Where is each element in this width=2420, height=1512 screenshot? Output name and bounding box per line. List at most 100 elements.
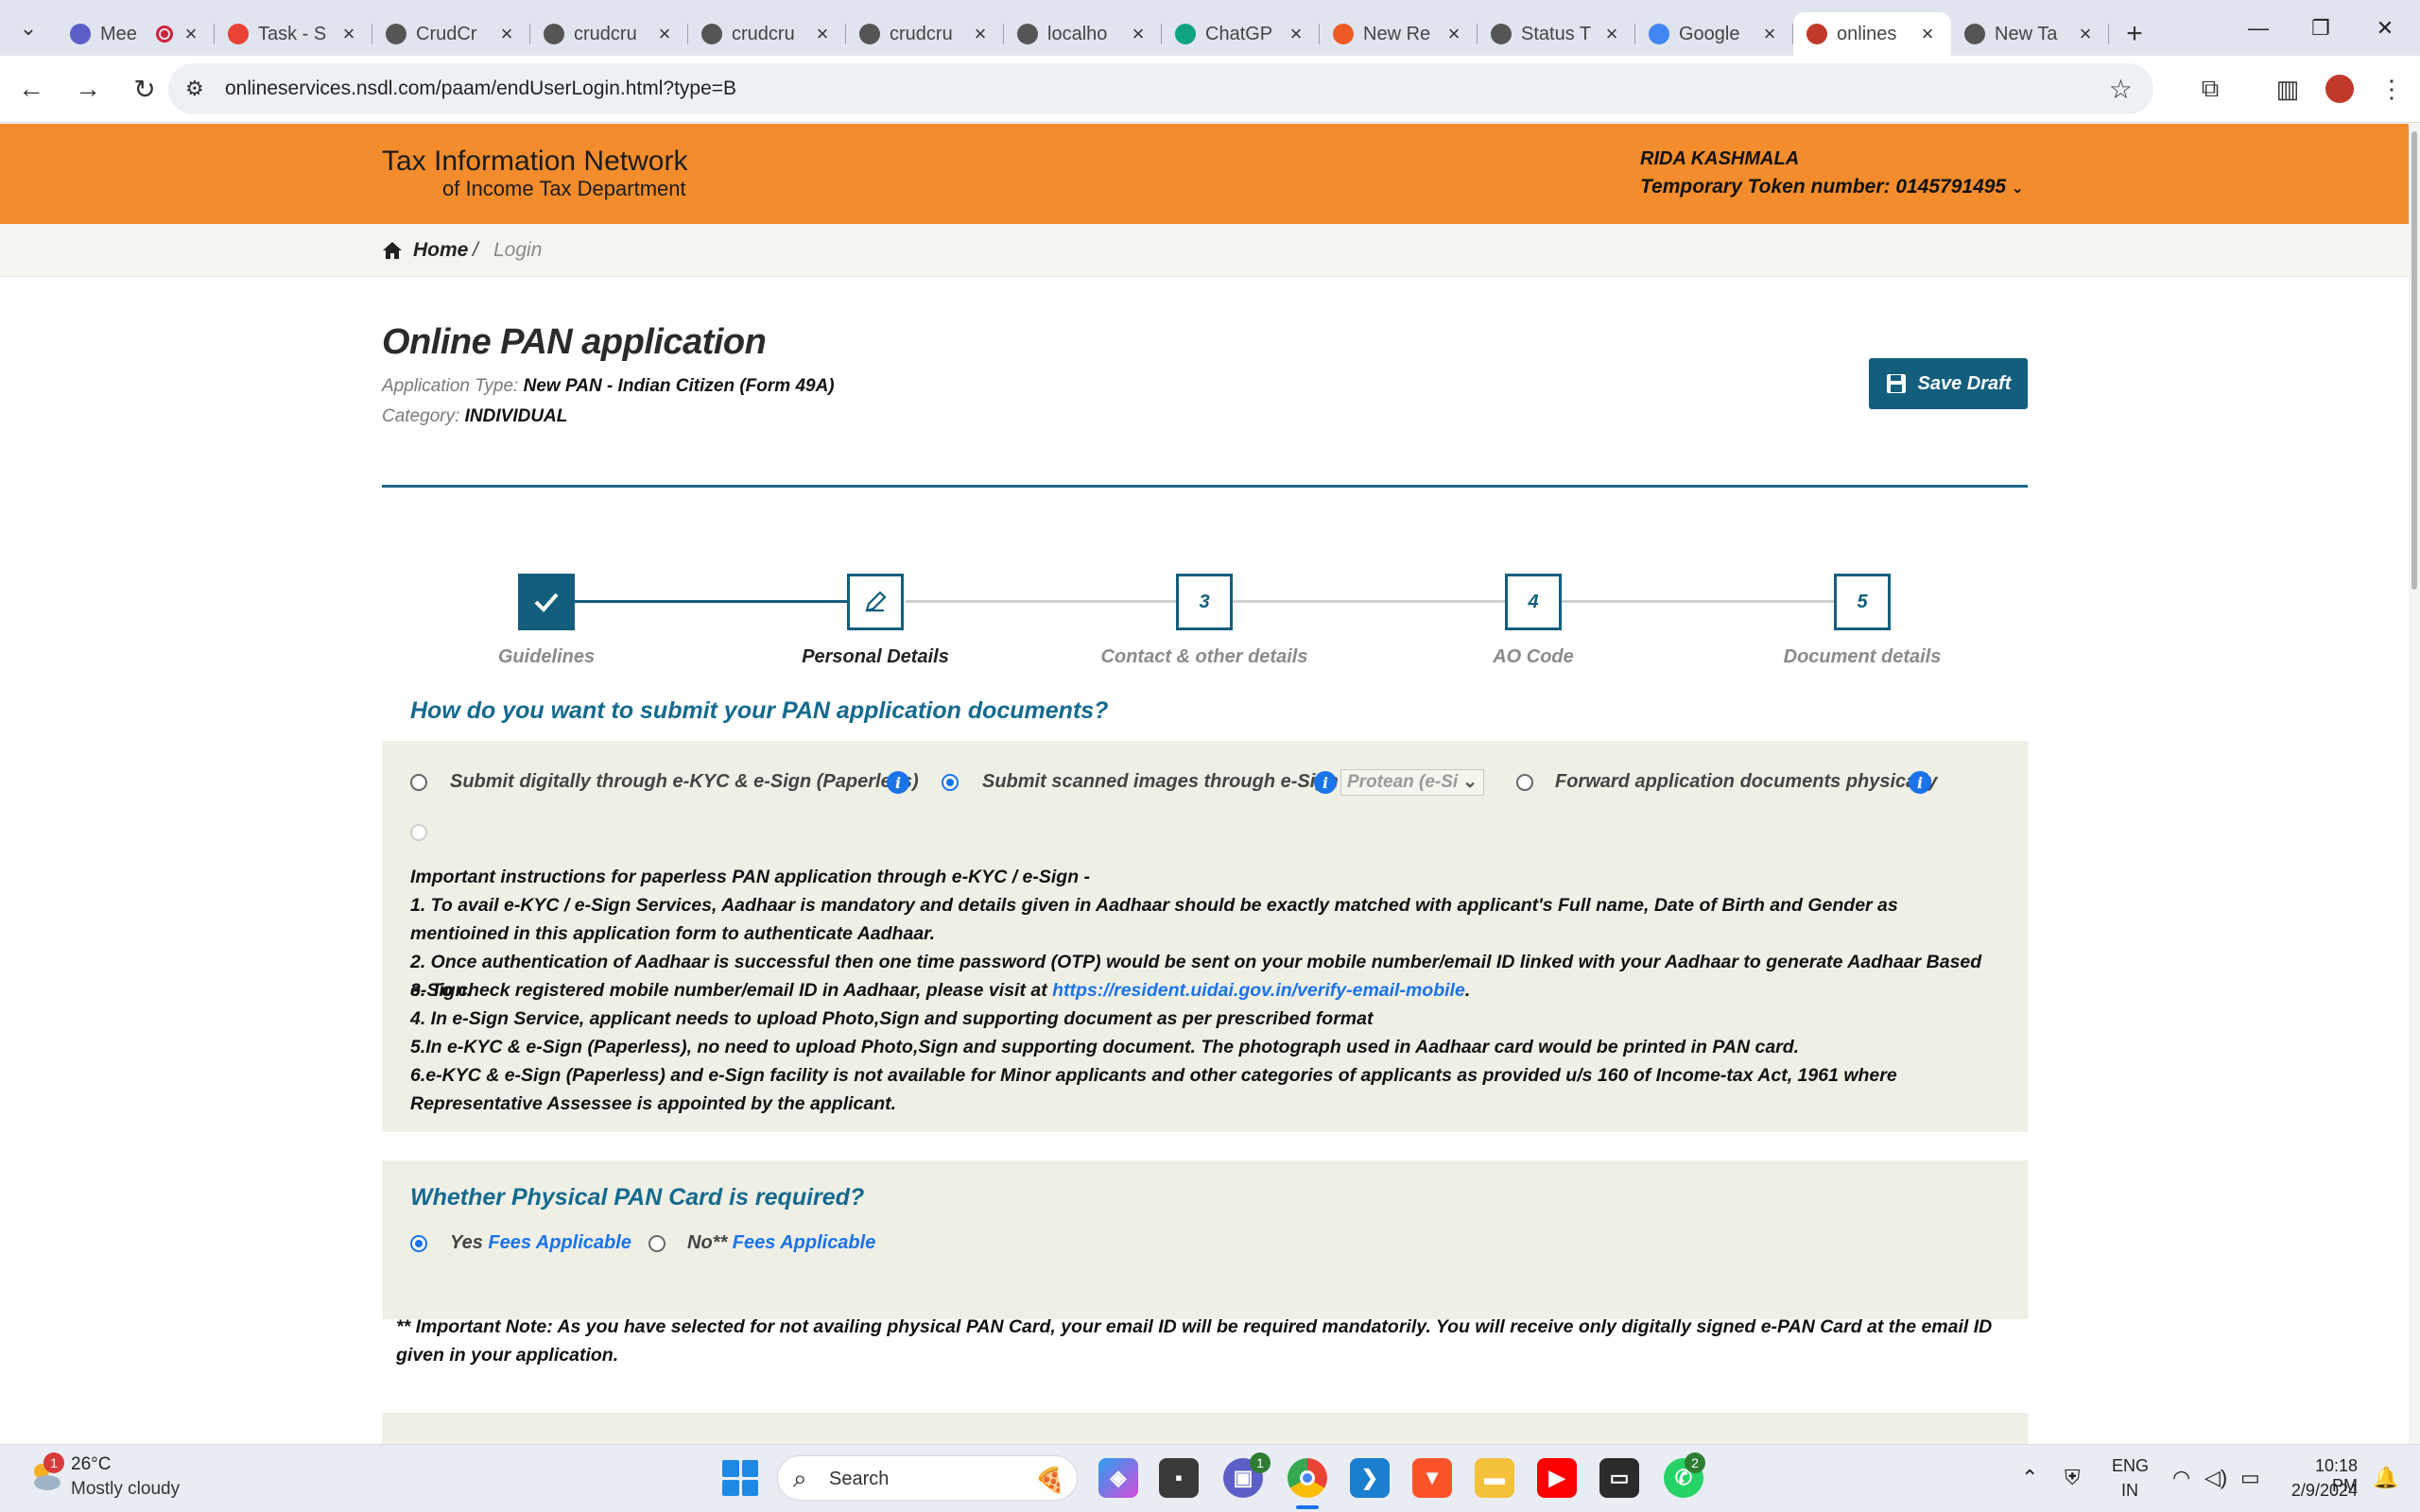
close-tab-icon[interactable]: ×	[1128, 22, 1149, 46]
close-window-icon[interactable]: ✕	[2354, 0, 2416, 56]
radio-physical-no[interactable]	[648, 1235, 666, 1252]
step-4-indicator[interactable]: 4	[1505, 574, 1562, 630]
logo-line2[interactable]: of Income Tax Department	[442, 177, 686, 201]
radio-scanned-esign[interactable]	[942, 774, 959, 791]
file-explorer-icon[interactable]: ▬	[1475, 1458, 1514, 1498]
terminal-icon[interactable]: ▭	[1599, 1458, 1639, 1498]
info-icon[interactable]: i	[887, 771, 909, 794]
restore-icon[interactable]: ❐	[2290, 0, 2352, 56]
radio-physical[interactable]	[1516, 774, 1533, 791]
menu-kebab-icon[interactable]: ⋮	[2373, 68, 2411, 110]
close-tab-icon[interactable]: ×	[338, 22, 359, 46]
browser-tab[interactable]: CrudCr ×	[372, 12, 530, 56]
profile-avatar[interactable]	[2321, 68, 2359, 110]
breadcrumb-home-link[interactable]: Home	[413, 239, 468, 262]
close-tab-icon[interactable]: ×	[1286, 22, 1306, 46]
close-tab-icon[interactable]: ×	[654, 22, 675, 46]
close-tab-icon[interactable]: ×	[1443, 22, 1464, 46]
site-settings-icon[interactable]: ⚙	[185, 77, 210, 101]
battery-icon[interactable]: ▭	[2240, 1466, 2260, 1490]
extensions-icon[interactable]: ⧉	[2191, 68, 2229, 110]
step-2-label[interactable]: Personal Details	[734, 646, 1017, 668]
copilot-icon[interactable]: ◈	[1098, 1458, 1138, 1498]
browser-tab[interactable]: crudcru ×	[688, 12, 846, 56]
step-5-indicator[interactable]: 5	[1834, 574, 1891, 630]
forward-icon[interactable]: →	[62, 63, 113, 114]
region-indicator[interactable]: IN	[2121, 1481, 2138, 1501]
minimize-icon[interactable]: —	[2227, 0, 2290, 56]
brave-icon[interactable]: ▼	[1412, 1458, 1452, 1498]
radio-physical-yes[interactable]	[410, 1235, 427, 1252]
radio-paperless[interactable]	[410, 774, 427, 791]
physical-no-fees-link[interactable]: Fees Applicable	[733, 1232, 876, 1253]
step-4-label[interactable]: AO Code	[1392, 646, 1675, 668]
tab-search-icon[interactable]: ⌄	[0, 0, 57, 56]
physical-yes-fees-link[interactable]: Fees Applicable	[488, 1232, 631, 1253]
browser-tab[interactable]: onlines ×	[1793, 12, 1951, 56]
browser-tab[interactable]: crudcru ×	[846, 12, 1004, 56]
close-tab-icon[interactable]: ×	[1601, 22, 1622, 46]
back-icon[interactable]: ←	[6, 63, 57, 114]
info-icon[interactable]: i	[1314, 771, 1337, 794]
clock-date[interactable]: 2/9/2024	[2273, 1481, 2358, 1501]
task-view-icon[interactable]: ▪	[1159, 1458, 1199, 1498]
close-tab-icon[interactable]: ×	[496, 22, 517, 46]
close-tab-icon[interactable]: ×	[181, 22, 201, 46]
new-tab-button[interactable]: +	[2109, 12, 2160, 56]
notification-bell-icon[interactable]: 🔔	[2373, 1466, 2398, 1490]
url-text[interactable]: onlineservices.nsdl.com/paam/endUserLogi…	[225, 77, 736, 100]
vscode-icon[interactable]: ❯	[1350, 1458, 1390, 1498]
close-tab-icon[interactable]: ×	[1917, 22, 1938, 46]
youtube-icon[interactable]: ▶	[1537, 1458, 1577, 1498]
scrollbar-thumb[interactable]	[2411, 131, 2417, 590]
application-type: Application Type: New PAN - Indian Citiz…	[382, 376, 835, 397]
chevron-up-icon[interactable]: ⌃	[2021, 1466, 2038, 1490]
info-icon[interactable]: i	[1909, 771, 1931, 794]
wifi-icon[interactable]: ◠	[2172, 1466, 2190, 1490]
browser-tab[interactable]: Google ×	[1635, 12, 1793, 56]
close-tab-icon[interactable]: ×	[970, 22, 991, 46]
taskbar-search[interactable]: ⌕ Search 🍕	[777, 1455, 1078, 1501]
step-1-label[interactable]: Guidelines	[405, 646, 688, 668]
option-physical-label[interactable]: Forward application documents physically	[1555, 771, 1938, 793]
browser-tab[interactable]: New Ta ×	[1951, 12, 2109, 56]
token-dropdown[interactable]: Temporary Token number: 0145791495 ⌄	[1640, 176, 2024, 198]
reload-icon[interactable]: ↻	[119, 63, 170, 114]
browser-tab[interactable]: Task - S ×	[215, 12, 372, 56]
save-draft-button[interactable]: Save Draft	[1869, 358, 2028, 409]
bookmark-star-icon[interactable]: ☆	[2109, 74, 2133, 105]
esign-provider-select[interactable]: Protean (e-Si ⌄	[1340, 769, 1484, 796]
radio-hidden-option[interactable]	[410, 824, 427, 841]
language-indicator[interactable]: ENG	[2112, 1456, 2149, 1476]
security-icon[interactable]: ⛨	[2065, 1466, 2081, 1490]
close-tab-icon[interactable]: ×	[1759, 22, 1780, 46]
browser-tab[interactable]: localho ×	[1004, 12, 1162, 56]
address-bar[interactable]: ⚙ onlineservices.nsdl.com/paam/endUserLo…	[168, 63, 2153, 114]
step-1-indicator[interactable]	[518, 574, 575, 630]
browser-tab[interactable]: crudcru ×	[530, 12, 688, 56]
uidai-verify-link[interactable]: https://resident.uidai.gov.in/verify-ema…	[1052, 980, 1465, 1001]
chrome-icon[interactable]	[1288, 1458, 1327, 1498]
browser-tab[interactable]: Mee ×	[57, 12, 215, 56]
side-panel-icon[interactable]: ▥	[2269, 68, 2307, 110]
browser-tab[interactable]: New Re ×	[1320, 12, 1478, 56]
browser-tab[interactable]: Status T ×	[1478, 12, 1635, 56]
close-tab-icon[interactable]: ×	[812, 22, 833, 46]
logo-line1[interactable]: Tax Information Network	[382, 146, 687, 178]
close-tab-icon[interactable]: ×	[2075, 22, 2096, 46]
page-scrollbar[interactable]	[2409, 124, 2420, 1444]
instruction-item: 3. To check registered mobile number/ema…	[410, 976, 1998, 1005]
step-3-label[interactable]: Contact & other details	[1063, 646, 1346, 668]
option-paperless-label[interactable]: Submit digitally through e-KYC & e-Sign …	[450, 771, 919, 793]
weather-condition[interactable]: Mostly cloudy	[71, 1479, 180, 1500]
physical-no-option[interactable]: No** Fees Applicable	[687, 1232, 875, 1254]
step-5-label[interactable]: Document details	[1720, 646, 2004, 668]
weather-temp[interactable]: 26°C	[71, 1454, 111, 1475]
browser-tab[interactable]: ChatGP ×	[1162, 12, 1320, 56]
volume-icon[interactable]: ◁)	[2204, 1466, 2227, 1490]
step-3-indicator[interactable]: 3	[1176, 574, 1233, 630]
windows-start-icon[interactable]	[722, 1460, 758, 1496]
physical-yes-option[interactable]: Yes Fees Applicable	[450, 1232, 631, 1254]
step-2-indicator[interactable]	[847, 574, 904, 630]
option-scanned-label[interactable]: Submit scanned images through e-Sign	[982, 771, 1339, 793]
